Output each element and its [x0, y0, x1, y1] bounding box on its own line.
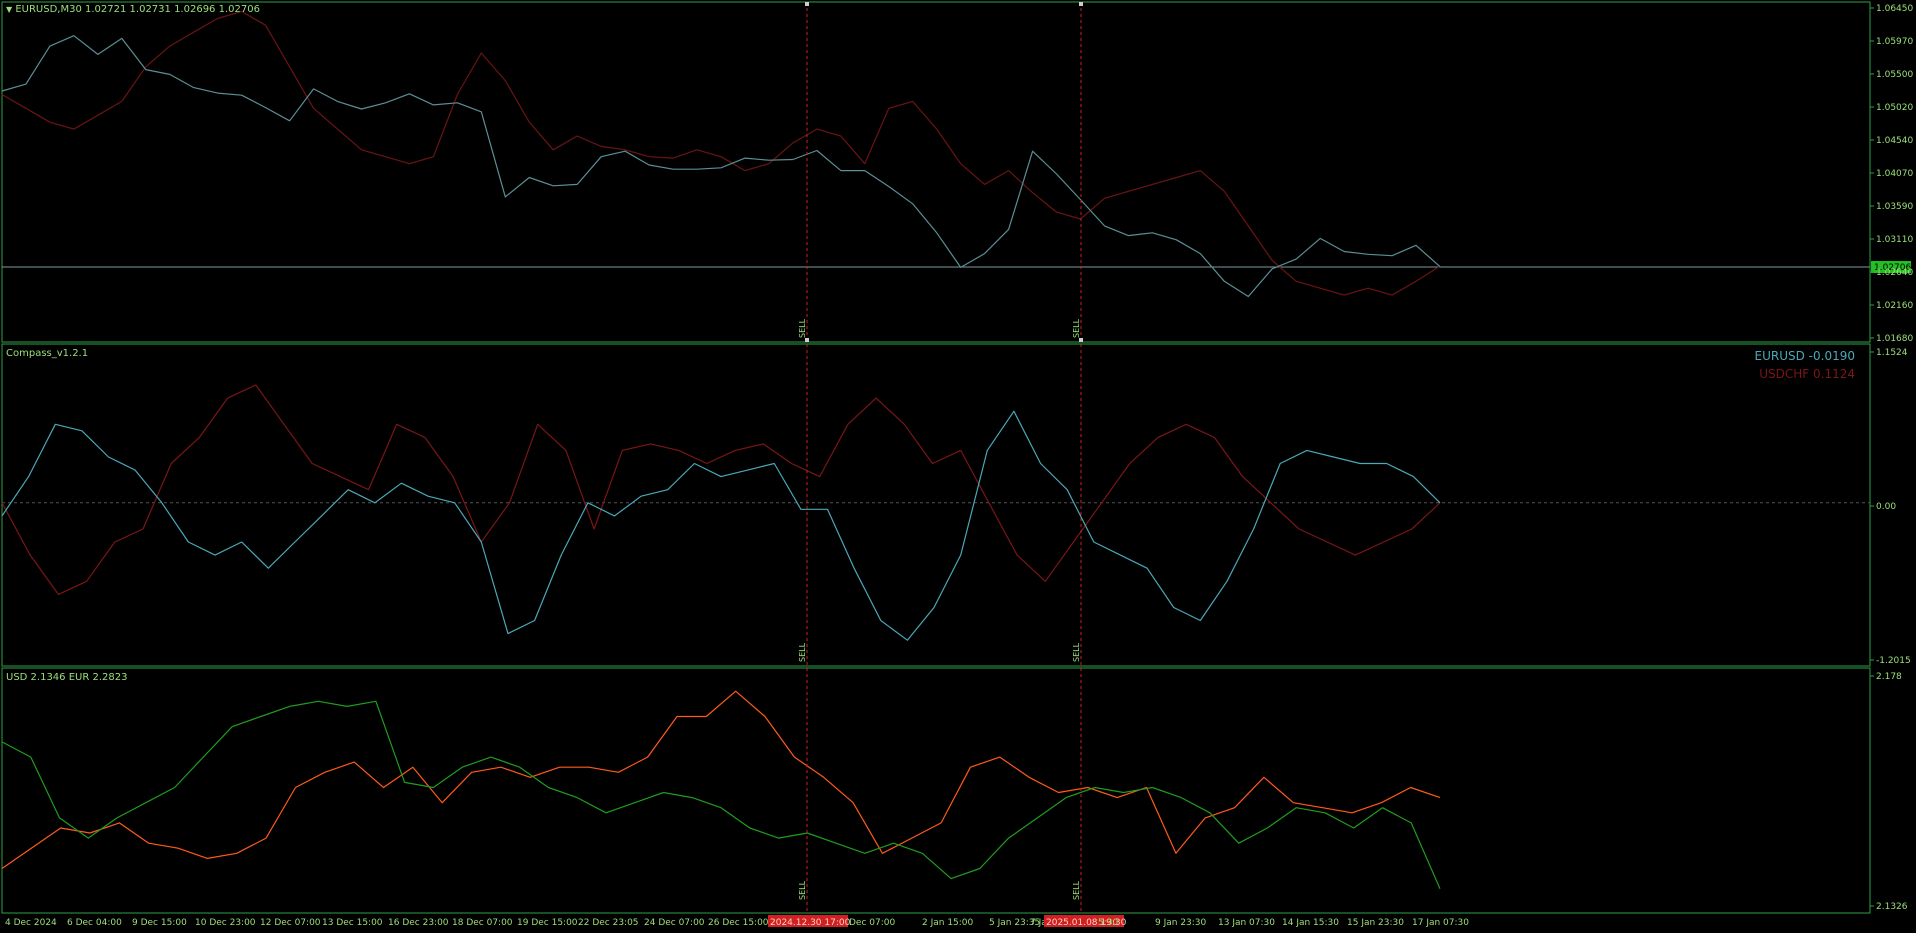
- y-tick-label: 1.03590: [1876, 202, 1913, 212]
- x-tick-label: 16 Dec 23:00: [388, 918, 449, 928]
- x-axis-labels: 4 Dec 2024 6 Dec 04:00 9 Dec 15:00 10 Dec 2…: [5, 915, 1469, 928]
- x-tick-label: 19 Dec 15:00: [517, 918, 578, 928]
- x-tick-label: 6 Dec 04:00: [67, 918, 122, 928]
- trade-markers[interactable]: SELL SELL SELL SELL SELL SELL: [798, 2, 1083, 913]
- pane-frame-3: [1, 667, 1871, 914]
- x-tick-label: 14 Jan 15:30: [1282, 918, 1339, 928]
- x-tick-label: 10 Dec 23:00: [195, 918, 256, 928]
- x-tick-label: 12 Dec 07:00: [260, 918, 321, 928]
- y-tick-label: 1.05970: [1876, 37, 1913, 47]
- x-tick-label: 4 Dec 2024: [5, 918, 57, 928]
- trading-chart[interactable]: 1.02706 SELL SELL SELL SELL SELL SELL 1.06450…: [0, 0, 1916, 933]
- x-tick-label: 2 Jan 15:00: [922, 918, 974, 928]
- x-tick-label: 2024.12.30 17:00: [770, 918, 851, 928]
- x-tick-label: 26 Dec 15:00: [708, 918, 769, 928]
- series-line-pane2-2: [1, 384, 1441, 596]
- sell-label: SELL: [798, 880, 807, 900]
- x-tick-label: 17 Jan 07:30: [1412, 918, 1469, 928]
- compass-pane-title: Compass_v1.2.1: [6, 348, 89, 359]
- y-tick-label: 1.03110: [1876, 235, 1913, 245]
- series-line-pane1-1: [1, 35, 1441, 298]
- x-tick-label: 24 Dec 07:00: [644, 918, 705, 928]
- x-tick-label: 9 Dec 15:00: [132, 918, 187, 928]
- strength-pane-title: USD 2.1346 EUR 2.2823: [6, 672, 128, 683]
- collapse-triangle-icon[interactable]: ▼: [6, 5, 12, 14]
- series-line-pane3-1: [1, 700, 1441, 890]
- legend-usdchf: USDCHF 0.1124: [1759, 367, 1855, 381]
- series-line-pane1-2: [1, 10, 1441, 296]
- y-tick-label: 1.01680: [1876, 334, 1913, 344]
- y-tick-label: 1.1524: [1876, 348, 1908, 358]
- legend-eurusd: EURUSD -0.0190: [1754, 349, 1855, 363]
- x-tick-label: 18 Dec 07:00: [452, 918, 513, 928]
- x-tick-label: Dec 07:00: [849, 918, 895, 928]
- series-line-pane3-2: [1, 690, 1441, 869]
- y-tick-label: 2.178: [1876, 672, 1902, 682]
- x-tick-label: 15 Jan 23:30: [1347, 918, 1404, 928]
- y-tick-label: 1.04070: [1876, 169, 1913, 179]
- y-axis-labels: 1.06450 1.05970 1.05500 1.05020 1.04540 1.040…: [1870, 4, 1913, 912]
- y-tick-label: -1.2015: [1876, 656, 1911, 666]
- marker-handle-top: [1079, 2, 1083, 6]
- sell-label: SELL: [798, 642, 807, 662]
- x-tick-label: 13 Dec 15:00: [322, 918, 383, 928]
- series-line-pane2-1: [1, 410, 1441, 641]
- main-pane-title[interactable]: ▼ EURUSD,M30 1.02721 1.02731 1.02696 1.0…: [6, 4, 260, 15]
- marker-handle-bottom: [1079, 338, 1083, 342]
- y-tick-label: 1.05020: [1876, 103, 1913, 113]
- main-pane-title-text: EURUSD,M30 1.02721 1.02731 1.02696 1.027…: [15, 4, 260, 15]
- y-tick-label: 2.1326: [1876, 902, 1908, 912]
- y-tick-label: 1.02160: [1876, 301, 1913, 311]
- y-tick-label: 1.05500: [1876, 70, 1913, 80]
- x-tick-label: 22 Dec 23:05: [578, 918, 639, 928]
- marker-handle-top: [805, 2, 809, 6]
- y-tick-label: 0.00: [1876, 502, 1896, 512]
- y-tick-label: 1.02640: [1876, 268, 1913, 278]
- reference-lines: 1.02706: [2, 261, 1911, 504]
- sell-label: SELL: [1072, 880, 1081, 900]
- x-tick-label: 9 Jan 23:30: [1155, 918, 1207, 928]
- pane-frames: [1, 1, 1871, 914]
- y-tick-label: 1.06450: [1876, 4, 1913, 14]
- x-tick-label: 5:30: [1098, 918, 1118, 928]
- chart-series: [1, 10, 1441, 890]
- sell-label: SELL: [1072, 318, 1081, 338]
- x-tick-label: 13 Jan 07:30: [1218, 918, 1275, 928]
- pane-frame-2: [1, 343, 1871, 667]
- sell-label: SELL: [798, 318, 807, 338]
- y-tick-label: 1.04540: [1876, 136, 1913, 146]
- marker-handle-bottom: [805, 338, 809, 342]
- sell-label: SELL: [1072, 642, 1081, 662]
